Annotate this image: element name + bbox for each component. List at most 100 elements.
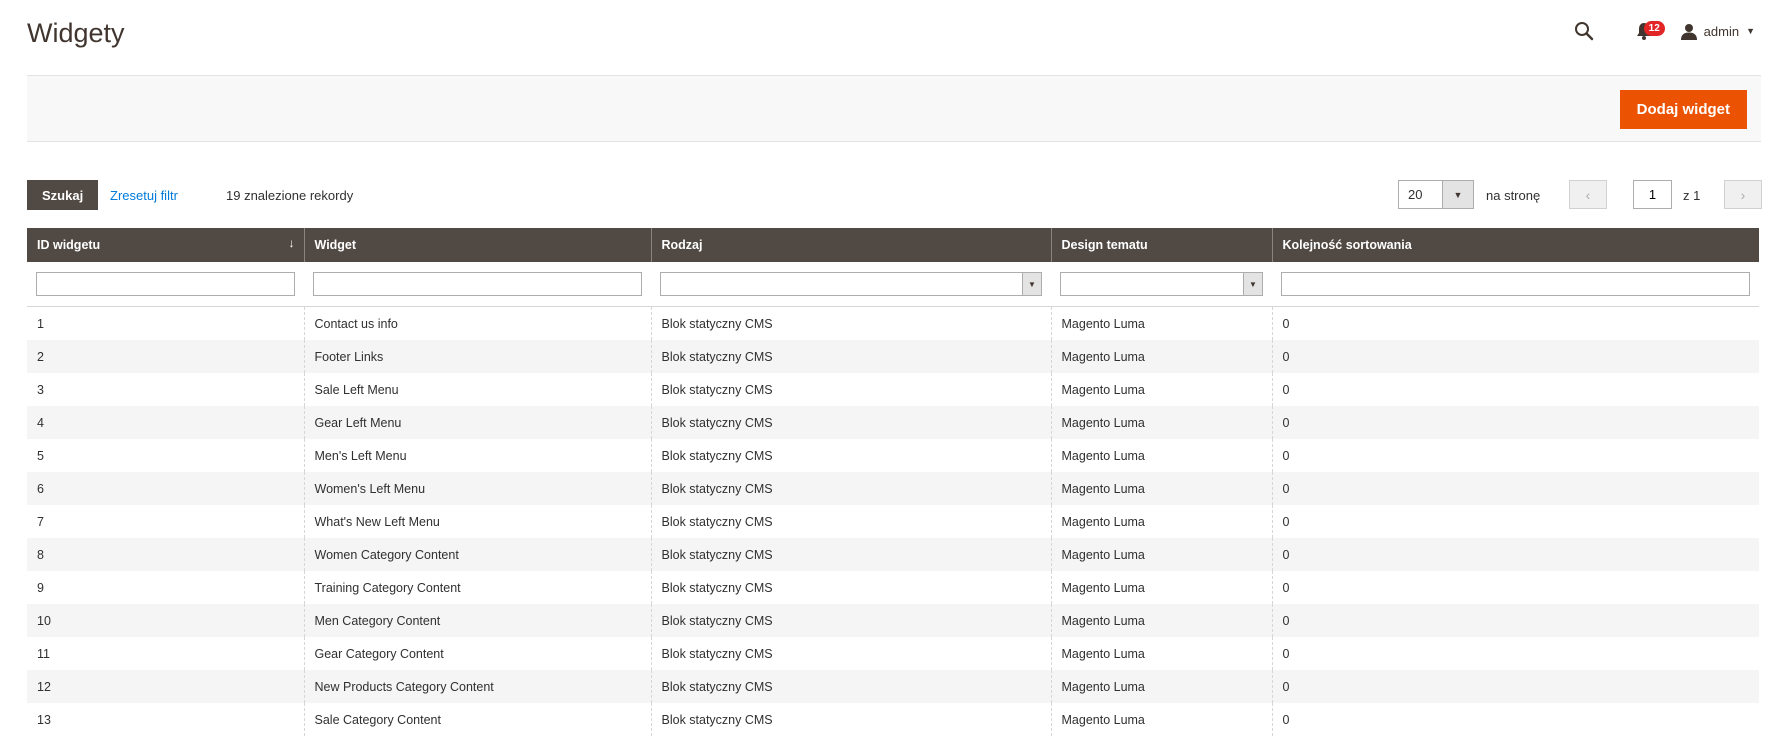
- cell-sort-order: 0: [1271, 538, 1759, 571]
- cell-theme: Magento Luma: [1050, 340, 1272, 373]
- cell-sort-order: 0: [1271, 604, 1759, 637]
- filter-sort-order-input[interactable]: [1281, 272, 1750, 296]
- next-page-button[interactable]: ›: [1724, 180, 1762, 209]
- cell-theme: Magento Luma: [1050, 472, 1272, 505]
- per-page-select[interactable]: 20 ▼: [1398, 180, 1474, 209]
- cell-type: Blok statyczny CMS: [650, 571, 1051, 604]
- page-number-input[interactable]: [1633, 180, 1672, 209]
- cell-widget: Sale Category Content: [303, 703, 651, 736]
- filter-id-input[interactable]: [36, 272, 295, 296]
- page-title: Widgety: [27, 18, 125, 48]
- cell-type: Blok statyczny CMS: [650, 703, 1051, 736]
- cell-sort-order: 0: [1271, 373, 1759, 406]
- table-row[interactable]: 2 Footer Links Blok statyczny CMS Magento L…: [27, 340, 1759, 373]
- table-row[interactable]: 6 Women's Left Menu Blok statyczny CMS Mage…: [27, 472, 1759, 505]
- page-actions-bar: Dodaj widget: [27, 75, 1761, 142]
- per-page-value: 20: [1408, 187, 1423, 202]
- cell-id: 5: [27, 439, 304, 472]
- cell-id: 8: [27, 538, 304, 571]
- search-icon[interactable]: [1571, 18, 1597, 44]
- cell-widget: Sale Left Menu: [303, 373, 651, 406]
- table-row[interactable]: 3 Sale Left Menu Blok statyczny CMS Magento…: [27, 373, 1759, 406]
- notifications-button[interactable]: 12: [1631, 18, 1665, 44]
- cell-sort-order: 0: [1271, 306, 1759, 340]
- cell-widget: Women's Left Menu: [303, 472, 651, 505]
- table-row[interactable]: 11 Gear Category Content Blok statyczny CM…: [27, 637, 1759, 670]
- cell-id: 2: [27, 340, 304, 373]
- column-header-id[interactable]: ID widgetu ↓: [27, 228, 304, 262]
- previous-page-button[interactable]: ‹: [1569, 180, 1607, 209]
- user-icon: [1680, 23, 1697, 40]
- cell-id: 13: [27, 703, 304, 736]
- filter-widget-input[interactable]: [313, 272, 642, 296]
- table-row[interactable]: 8 Women Category Content Blok statyczny CM…: [27, 538, 1759, 571]
- cell-theme: Magento Luma: [1050, 505, 1272, 538]
- cell-type: Blok statyczny CMS: [650, 439, 1051, 472]
- filter-type-select[interactable]: ▼: [660, 272, 1042, 296]
- admin-user-menu[interactable]: admin ▼: [1680, 23, 1755, 40]
- table-row[interactable]: 5 Men's Left Menu Blok statyczny CMS Magent…: [27, 439, 1759, 472]
- per-page-label: na stronę: [1486, 188, 1541, 203]
- cell-sort-order: 0: [1271, 505, 1759, 538]
- cell-widget: Men's Left Menu: [303, 439, 651, 472]
- cell-id: 10: [27, 604, 304, 637]
- cell-sort-order: 0: [1271, 637, 1759, 670]
- table-row[interactable]: 1 Contact us info Blok statyczny CMS Magent…: [27, 306, 1759, 340]
- cell-widget: Men Category Content: [303, 604, 651, 637]
- table-row[interactable]: 7 What's New Left Menu Blok statyczny CMS M…: [27, 505, 1759, 538]
- records-count: 19 znalezione rekordy: [226, 188, 354, 203]
- cell-type: Blok statyczny CMS: [650, 505, 1051, 538]
- cell-id: 4: [27, 406, 304, 439]
- cell-type: Blok statyczny CMS: [650, 637, 1051, 670]
- chevron-right-icon: ›: [1740, 186, 1746, 203]
- admin-username: admin: [1703, 23, 1740, 39]
- column-header-type[interactable]: Rodzaj: [650, 228, 1051, 262]
- cell-sort-order: 0: [1271, 406, 1759, 439]
- cell-id: 1: [27, 306, 304, 340]
- table-row[interactable]: 13 Sale Category Content Blok statyczny CM…: [27, 703, 1759, 736]
- cell-sort-order: 0: [1271, 670, 1759, 703]
- grid-toolbar: Szukaj Zresetuj filtr 19 znalezione reko…: [27, 180, 1762, 210]
- cell-widget: Women Category Content: [303, 538, 651, 571]
- chevron-down-icon[interactable]: ▼: [1442, 181, 1473, 208]
- cell-theme: Magento Luma: [1050, 670, 1272, 703]
- widgets-grid: ID widgetu ↓ Widget Rodzaj Design tematu …: [27, 228, 1759, 736]
- cell-sort-order: 0: [1271, 472, 1759, 505]
- cell-sort-order: 0: [1271, 439, 1759, 472]
- column-header-sort-order[interactable]: Kolejność sortowania: [1271, 228, 1759, 262]
- reset-filter-link[interactable]: Zresetuj filtr: [110, 188, 178, 203]
- cell-id: 7: [27, 505, 304, 538]
- cell-sort-order: 0: [1271, 703, 1759, 736]
- column-header-theme[interactable]: Design tematu: [1050, 228, 1272, 262]
- cell-type: Blok statyczny CMS: [650, 604, 1051, 637]
- cell-theme: Magento Luma: [1050, 538, 1272, 571]
- cell-type: Blok statyczny CMS: [650, 306, 1051, 340]
- cell-theme: Magento Luma: [1050, 406, 1272, 439]
- cell-widget: Contact us info: [303, 306, 651, 340]
- cell-id: 11: [27, 637, 304, 670]
- cell-theme: Magento Luma: [1050, 571, 1272, 604]
- sort-arrow-icon: ↓: [288, 236, 295, 250]
- chevron-down-icon: ▼: [1022, 273, 1041, 295]
- cell-type: Blok statyczny CMS: [650, 373, 1051, 406]
- table-row[interactable]: 10 Men Category Content Blok statyczny CMS…: [27, 604, 1759, 637]
- table-row[interactable]: 9 Training Category Content Blok statyczny…: [27, 571, 1759, 604]
- cell-id: 9: [27, 571, 304, 604]
- filter-theme-select[interactable]: ▼: [1060, 272, 1263, 296]
- table-row[interactable]: 12 New Products Category Content Blok stat…: [27, 670, 1759, 703]
- cell-type: Blok statyczny CMS: [650, 406, 1051, 439]
- filter-row: ▼ ▼: [27, 262, 1759, 307]
- search-button[interactable]: Szukaj: [27, 180, 99, 210]
- column-header-widget[interactable]: Widget: [303, 228, 651, 262]
- cell-widget: Footer Links: [303, 340, 651, 373]
- cell-id: 6: [27, 472, 304, 505]
- add-widget-button[interactable]: Dodaj widget: [1619, 90, 1747, 129]
- cell-type: Blok statyczny CMS: [650, 472, 1051, 505]
- cell-widget: New Products Category Content: [303, 670, 651, 703]
- cell-theme: Magento Luma: [1050, 439, 1272, 472]
- cell-type: Blok statyczny CMS: [650, 340, 1051, 373]
- cell-widget: Gear Category Content: [303, 637, 651, 670]
- table-row[interactable]: 4 Gear Left Menu Blok statyczny CMS Magento…: [27, 406, 1759, 439]
- notification-count-badge: 12: [1643, 21, 1665, 36]
- cell-theme: Magento Luma: [1050, 703, 1272, 736]
